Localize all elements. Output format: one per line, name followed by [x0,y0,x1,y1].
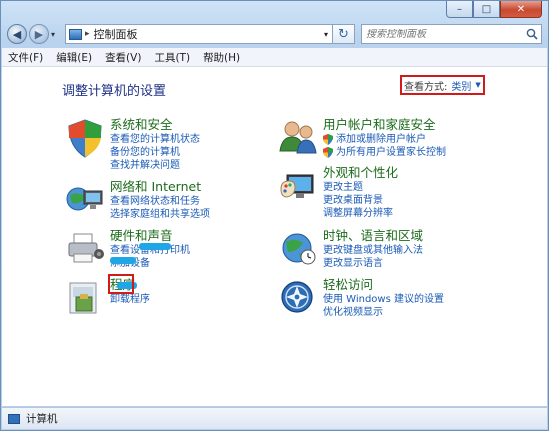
link-add-remove-accounts[interactable]: 添加或删除用户帐户 [323,133,446,146]
status-bar: 计算机 [2,407,547,429]
link-windows-recommended-settings[interactable]: 使用 Windows 建议的设置 [323,293,444,306]
category-hardware-sound: 硬件和声音 查看设备和打印机 添加设备 [64,228,190,272]
category-title[interactable]: 时钟、语言和区域 [323,228,423,244]
shield-icon[interactable] [64,117,108,161]
menu-tools[interactable]: 工具(T) [154,50,190,65]
category-programs: 程序 卸载程序 [64,277,150,321]
maximize-button[interactable]: □ [473,1,500,18]
minimize-button[interactable]: – [446,1,473,18]
category-network-internet: 网络和 Internet 查看网络状态和任务 选择家庭组和共享选项 [64,179,210,223]
link-homegroup-sharing[interactable]: 选择家庭组和共享选项 [110,208,210,221]
category-ease-of-access: 轻松访问 使用 Windows 建议的设置 优化视频显示 [277,277,444,321]
menu-file[interactable]: 文件(F) [8,50,43,65]
view-by-value[interactable]: 类别 [451,78,471,93]
printer-icon[interactable] [64,228,108,272]
search-input[interactable] [366,28,523,40]
search-box [361,24,542,44]
link-change-theme[interactable]: 更改主题 [323,181,398,194]
menu-help[interactable]: 帮助(H) [203,50,240,65]
link-uninstall-program[interactable]: 卸载程序 [110,293,150,306]
navigation-bar: ◀ ▶ ▾ ▸ 控制面板 ▾ ↻ [7,23,542,45]
link-view-computer-status[interactable]: 查看您的计算机状态 [110,133,200,146]
category-user-accounts: 用户帐户和家庭安全 添加或删除用户帐户 为所有用户设置家长控制 [277,117,446,161]
chevron-down-icon[interactable]: ▼ [475,81,480,89]
view-by-label: 查看方式: [404,81,448,93]
category-system-security: 系统和安全 查看您的计算机状态 备份您的计算机 查找并解决问题 [64,117,200,172]
highlight-scribble [110,257,136,264]
link-find-fix-problems[interactable]: 查找并解决问题 [110,159,200,172]
link-parental-controls[interactable]: 为所有用户设置家长控制 [323,146,446,159]
uac-shield-icon [323,147,333,158]
control-panel-icon [69,28,82,40]
search-icon[interactable] [523,28,541,40]
forward-button[interactable]: ▶ [29,24,49,44]
category-title[interactable]: 硬件和声音 [110,228,190,244]
category-title[interactable]: 轻松访问 [323,277,444,293]
programs-icon[interactable] [64,277,108,321]
recent-pages-dropdown[interactable]: ▾ [51,30,61,39]
breadcrumb-separator[interactable]: ▸ [85,29,90,39]
close-button[interactable]: ✕ [500,1,542,18]
menu-bar: 文件(F) 编辑(E) 查看(V) 工具(T) 帮助(H) [2,48,547,67]
clock-globe-icon[interactable] [277,228,321,272]
link-adjust-resolution[interactable]: 调整屏幕分辨率 [323,207,398,220]
link-backup-computer[interactable]: 备份您的计算机 [110,146,200,159]
link-text[interactable]: 为所有用户设置家长控制 [336,146,446,159]
uac-shield-icon [323,134,333,145]
address-dropdown-icon[interactable]: ▾ [320,30,332,39]
ease-of-access-icon[interactable] [277,277,321,321]
category-title[interactable]: 用户帐户和家庭安全 [323,117,446,133]
link-view-network-status[interactable]: 查看网络状态和任务 [110,195,210,208]
menu-view[interactable]: 查看(V) [105,50,141,65]
users-icon[interactable] [277,117,321,161]
window-controls: – □ ✕ [446,1,542,18]
programs-highlight-box [108,274,134,294]
highlight-scribble [139,243,171,250]
link-text[interactable]: 添加或删除用户帐户 [336,133,426,146]
refresh-button[interactable]: ↻ [333,24,355,44]
status-text: 计算机 [26,413,58,425]
category-appearance: 外观和个性化 更改主题 更改桌面背景 调整屏幕分辨率 [277,165,398,220]
computer-icon [8,413,20,424]
address-bar[interactable]: ▸ 控制面板 ▾ [65,24,333,44]
link-change-display-language[interactable]: 更改显示语言 [323,257,423,270]
link-change-desktop-background[interactable]: 更改桌面背景 [323,194,398,207]
monitor-palette-icon[interactable] [277,165,321,209]
breadcrumb-control-panel[interactable]: 控制面板 [94,26,320,42]
network-globe-icon[interactable] [64,179,108,223]
content-area: 调整计算机的设置 查看方式: 类别 ▼ 系统和安全 查看您的计算机状态 备份您的… [2,67,547,406]
menu-edit[interactable]: 编辑(E) [56,50,92,65]
link-optimize-visual-display[interactable]: 优化视频显示 [323,306,444,319]
link-change-keyboard-input[interactable]: 更改键盘或其他输入法 [323,244,423,257]
category-title[interactable]: 系统和安全 [110,117,200,133]
category-title[interactable]: 网络和 Internet [110,179,210,195]
back-button[interactable]: ◀ [7,24,27,44]
category-title[interactable]: 外观和个性化 [323,165,398,181]
view-by-selector[interactable]: 查看方式: 类别 ▼ [400,75,485,95]
explorer-window: – □ ✕ ◀ ▶ ▾ ▸ 控制面板 ▾ ↻ 文件(F) 编辑(E) 查看(V)… [0,0,549,431]
category-clock-language: 时钟、语言和区域 更改键盘或其他输入法 更改显示语言 [277,228,423,272]
page-title: 调整计算机的设置 [62,84,167,99]
